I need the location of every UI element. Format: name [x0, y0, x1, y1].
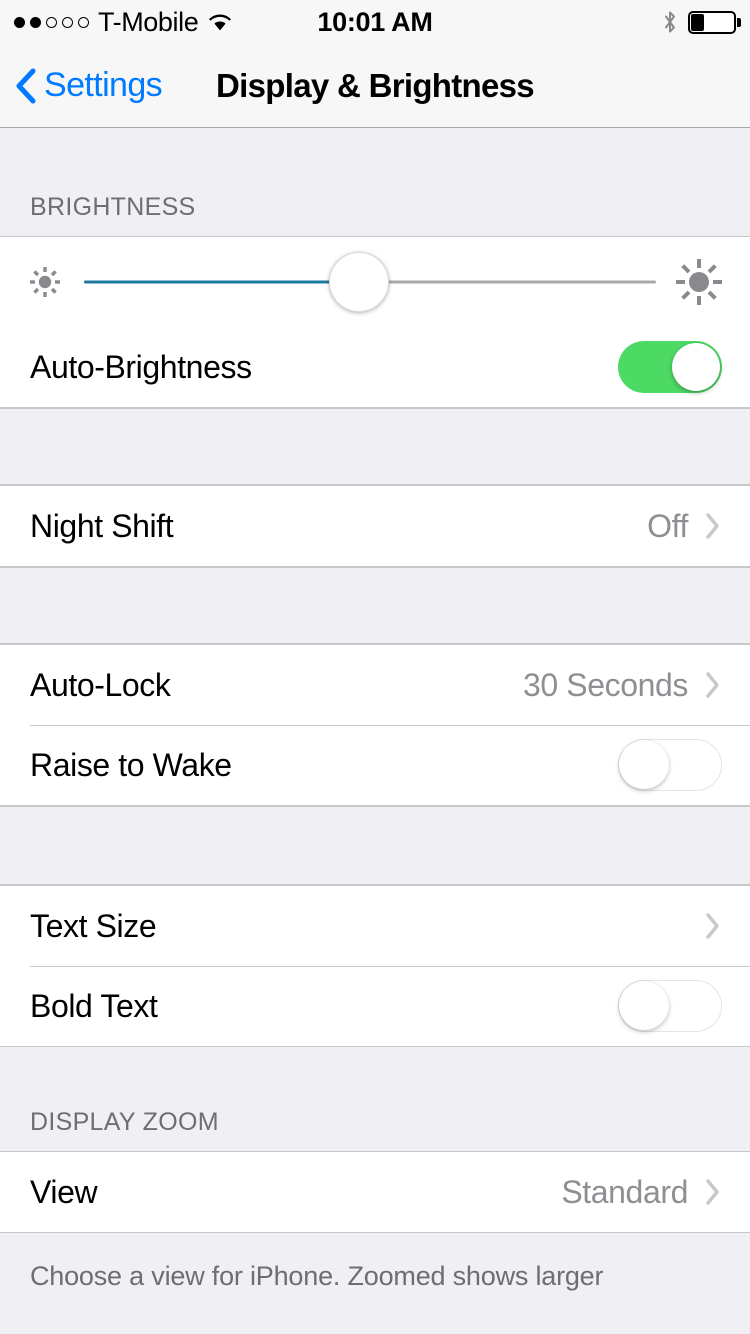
- back-button[interactable]: Settings: [0, 66, 163, 106]
- row-night-shift[interactable]: Night Shift Off: [0, 486, 750, 566]
- row-auto-brightness[interactable]: Auto-Brightness: [0, 327, 750, 407]
- row-text-size[interactable]: Text Size: [0, 886, 750, 966]
- carrier-label: T-Mobile: [98, 6, 199, 37]
- row-auto-lock-label: Auto-Lock: [30, 666, 171, 703]
- group-brightness: Auto-Brightness: [0, 236, 750, 408]
- battery-icon: [688, 10, 741, 34]
- sun-large-icon: [670, 253, 728, 311]
- row-view-value: Standard: [561, 1173, 688, 1210]
- toggle-knob: [619, 740, 669, 789]
- row-night-shift-label: Night Shift: [30, 507, 174, 544]
- display-zoom-footer: Choose a view for iPhone. Zoomed shows l…: [0, 1233, 750, 1293]
- chevron-right-icon: [704, 511, 722, 541]
- toggle-knob: [619, 981, 669, 1030]
- navigation-bar: Settings Display & Brightness: [0, 44, 750, 128]
- page-title-label: Display & Brightness: [216, 67, 535, 104]
- status-bar-right: [663, 10, 741, 34]
- sun-small-icon: [22, 259, 68, 305]
- section-header-display-zoom-label: DISPLAY ZOOM: [30, 1108, 219, 1136]
- wifi-icon: [207, 13, 233, 32]
- row-night-shift-value: Off: [647, 507, 688, 544]
- group-night-shift: Night Shift Off: [0, 485, 750, 567]
- back-button-label: Settings: [44, 66, 163, 104]
- slider-thumb[interactable]: [328, 252, 389, 312]
- bold-text-toggle[interactable]: [618, 980, 722, 1032]
- status-bar: T-Mobile 10:01 AM: [0, 0, 750, 44]
- chevron-right-icon: [704, 670, 722, 700]
- chevron-right-icon: [704, 1177, 722, 1207]
- section-gap-3: [0, 806, 750, 885]
- status-bar-left: T-Mobile: [14, 6, 233, 37]
- toggle-knob: [672, 343, 720, 391]
- group-text: Text Size Bold Text: [0, 885, 750, 1047]
- row-auto-lock[interactable]: Auto-Lock 30 Seconds: [0, 645, 750, 725]
- row-bold-text[interactable]: Bold Text: [0, 966, 750, 1046]
- section-header-brightness-label: BRIGHTNESS: [30, 193, 196, 221]
- group-display-zoom: View Standard: [0, 1151, 750, 1233]
- auto-brightness-toggle[interactable]: [618, 341, 722, 393]
- slider-track-fill: [84, 280, 359, 284]
- chevron-left-icon: [14, 66, 38, 106]
- row-view[interactable]: View Standard: [0, 1152, 750, 1232]
- brightness-track[interactable]: [84, 237, 656, 327]
- row-raise-to-wake-label: Raise to Wake: [30, 746, 232, 783]
- section-gap-2: [0, 567, 750, 644]
- bluetooth-icon: [663, 10, 677, 34]
- row-auto-lock-value: 30 Seconds: [522, 666, 688, 703]
- row-view-label: View: [30, 1173, 98, 1210]
- row-text-size-label: Text Size: [30, 907, 157, 944]
- settings-scroll-view[interactable]: BRIGHTNESS Auto-Brightness Night Shift O…: [0, 128, 750, 1334]
- section-gap-1: [0, 408, 750, 485]
- chevron-right-icon: [704, 911, 722, 941]
- row-auto-brightness-label: Auto-Brightness: [30, 348, 252, 385]
- display-zoom-footer-text: Choose a view for iPhone. Zoomed shows l…: [30, 1261, 604, 1291]
- section-header-brightness: BRIGHTNESS: [0, 128, 750, 236]
- display-brightness-screen: T-Mobile 10:01 AM Settings Display & Bri…: [0, 0, 750, 1334]
- raise-to-wake-toggle[interactable]: [618, 739, 722, 791]
- row-raise-to-wake[interactable]: Raise to Wake: [0, 725, 750, 805]
- group-lock: Auto-Lock 30 Seconds Raise to Wake: [0, 644, 750, 806]
- signal-strength-icon: [14, 16, 89, 28]
- section-header-display-zoom: DISPLAY ZOOM: [0, 1047, 750, 1151]
- row-bold-text-label: Bold Text: [30, 987, 158, 1024]
- brightness-slider-row[interactable]: [0, 237, 750, 327]
- clock-label: 10:01 AM: [317, 6, 433, 37]
